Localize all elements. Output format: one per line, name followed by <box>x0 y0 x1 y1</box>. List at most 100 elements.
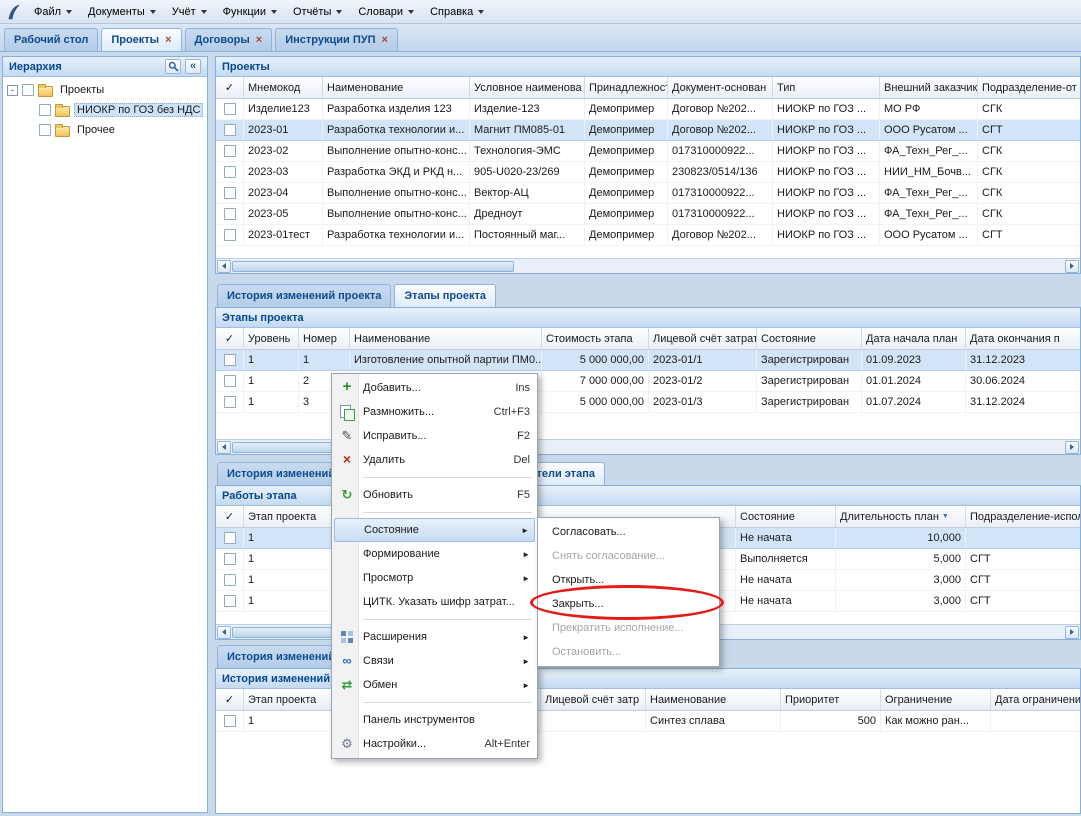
scroll-thumb[interactable] <box>232 261 514 272</box>
menubar-item[interactable]: Учёт <box>164 2 215 22</box>
scroll-right-button[interactable] <box>1065 441 1079 454</box>
column-header[interactable]: Дата начала план <box>862 328 966 349</box>
scroll-left-button[interactable] <box>217 441 231 454</box>
menubar-item[interactable]: Файл <box>26 2 80 22</box>
scroll-left-button[interactable] <box>217 626 231 639</box>
menu-item[interactable]: ✎Исправить...F2 <box>334 424 535 448</box>
menu-item[interactable]: ⚙Настройки...Alt+Enter <box>334 732 535 756</box>
tree-checkbox[interactable] <box>39 124 51 136</box>
column-header[interactable]: Стоимость этапа <box>542 328 649 349</box>
menu-item[interactable]: ⇄Обмен► <box>334 673 535 697</box>
row-checkbox[interactable] <box>224 574 236 586</box>
menu-item[interactable]: Закрыть... <box>540 592 717 616</box>
search-icon[interactable] <box>165 59 181 74</box>
menu-item[interactable]: Просмотр► <box>334 566 535 590</box>
tab[interactable]: Рабочий стол <box>4 28 98 51</box>
column-header[interactable]: Номер <box>299 328 350 349</box>
tab[interactable]: Договоры× <box>185 28 273 51</box>
tab-close-icon[interactable]: × <box>382 35 388 45</box>
scroll-right-button[interactable] <box>1065 626 1079 639</box>
scroll-left-button[interactable] <box>217 260 231 273</box>
column-header[interactable]: Наименование <box>350 328 542 349</box>
tree-checkbox[interactable] <box>22 84 34 96</box>
column-header[interactable]: Лицевой счёт затрат <box>649 328 757 349</box>
row-checkbox[interactable] <box>224 595 236 607</box>
column-header[interactable]: Состояние <box>736 506 836 527</box>
tab[interactable]: Этапы проекта <box>394 284 496 307</box>
column-header[interactable]: Лицевой счёт затр <box>541 689 646 710</box>
grid-row[interactable]: Изделие123Разработка изделия 123Изделие-… <box>216 99 1080 120</box>
column-header[interactable]: Условное наименова <box>470 77 585 98</box>
column-header[interactable]: Состояние <box>757 328 862 349</box>
column-header[interactable]: Длительность план▼ <box>836 506 966 527</box>
menubar-item[interactable]: Документы <box>80 2 164 22</box>
grid-row[interactable]: 2023-04Выполнение опытно-конс...Вектор-А… <box>216 183 1080 204</box>
column-header[interactable]: Тип <box>773 77 880 98</box>
column-header[interactable]: ✓ <box>216 506 244 527</box>
row-checkbox[interactable] <box>224 375 236 387</box>
menu-item[interactable]: Размножить...Ctrl+F3 <box>334 400 535 424</box>
menubar-item[interactable]: Словари <box>350 2 422 22</box>
grid-row[interactable]: 2023-01тестРазработка технологии и...Пос… <box>216 225 1080 246</box>
column-header[interactable]: ✓ <box>216 77 244 98</box>
menubar-item[interactable]: Отчёты <box>285 2 350 22</box>
grid-row[interactable]: 2023-02Выполнение опытно-конс...Технолог… <box>216 141 1080 162</box>
grid-row[interactable]: 11Изготовление опытной партии ПМ0...5 00… <box>216 350 1080 371</box>
row-checkbox[interactable] <box>224 553 236 565</box>
tree-node[interactable]: -Проекты <box>3 80 207 100</box>
scroll-track[interactable] <box>232 260 1064 273</box>
column-header[interactable]: Дата ограничения <box>991 689 1080 710</box>
menu-item[interactable]: +Добавить...Ins <box>334 376 535 400</box>
menubar-item[interactable]: Справка <box>422 2 492 22</box>
column-header[interactable]: Приоритет <box>781 689 881 710</box>
menu-item[interactable]: ∞Связи► <box>334 649 535 673</box>
menu-item[interactable]: Панель инструментов <box>334 708 535 732</box>
row-checkbox[interactable] <box>224 715 236 727</box>
column-header[interactable]: Внешний заказчик <box>880 77 978 98</box>
row-checkbox[interactable] <box>224 124 236 136</box>
tab[interactable]: История изменений проекта <box>217 284 391 307</box>
row-checkbox[interactable] <box>224 145 236 157</box>
tree-node[interactable]: Прочее <box>3 120 207 140</box>
menu-item[interactable]: Открыть... <box>540 568 717 592</box>
tree-expander-icon[interactable]: - <box>7 85 18 96</box>
row-checkbox[interactable] <box>224 187 236 199</box>
column-header[interactable]: Дата окончания п <box>966 328 1080 349</box>
menu-item[interactable]: ×УдалитьDel <box>334 448 535 472</box>
menu-item[interactable]: ЦИТК. Указать шифр затрат... <box>334 590 535 614</box>
column-header[interactable]: ✓ <box>216 328 244 349</box>
column-header[interactable]: ✓ <box>216 689 244 710</box>
column-header[interactable]: Уровень <box>244 328 299 349</box>
tab[interactable]: История изменений <box>217 645 345 668</box>
scroll-right-button[interactable] <box>1065 260 1079 273</box>
tab[interactable]: Проекты× <box>101 28 181 51</box>
column-header[interactable]: Подразделение-исполн <box>966 506 1080 527</box>
row-checkbox[interactable] <box>224 208 236 220</box>
menubar-item[interactable]: Функции <box>215 2 285 22</box>
column-header[interactable]: Ограничение <box>881 689 991 710</box>
row-checkbox[interactable] <box>224 532 236 544</box>
tab-close-icon[interactable]: × <box>256 35 262 45</box>
grid-row[interactable]: 2023-01Разработка технологии и...Магнит … <box>216 120 1080 141</box>
projects-h-scrollbar[interactable] <box>216 258 1080 273</box>
column-header[interactable]: Принадлежность <box>585 77 668 98</box>
tree-node[interactable]: НИОКР по ГОЗ без НДС <box>3 100 207 120</box>
menu-item[interactable]: Согласовать... <box>540 520 717 544</box>
row-checkbox[interactable] <box>224 229 236 241</box>
column-header[interactable]: Наименование <box>323 77 470 98</box>
menu-item[interactable]: Расширения► <box>334 625 535 649</box>
tab[interactable]: Инструкции ПУП× <box>275 28 398 51</box>
row-checkbox[interactable] <box>224 166 236 178</box>
tab-close-icon[interactable]: × <box>165 35 171 45</box>
column-header[interactable]: Мнемокод <box>244 77 323 98</box>
column-header[interactable]: Наименование <box>646 689 781 710</box>
collapse-panel-icon[interactable]: « <box>185 59 201 74</box>
tree-checkbox[interactable] <box>39 104 51 116</box>
column-header[interactable]: Подразделение-от <box>978 77 1080 98</box>
row-checkbox[interactable] <box>224 396 236 408</box>
row-checkbox[interactable] <box>224 103 236 115</box>
menu-item[interactable]: Состояние► <box>334 518 535 542</box>
grid-row[interactable]: 2023-03Разработка ЭКД и РКД н...905-U020… <box>216 162 1080 183</box>
column-header[interactable]: Документ-основан <box>668 77 773 98</box>
row-checkbox[interactable] <box>224 354 236 366</box>
